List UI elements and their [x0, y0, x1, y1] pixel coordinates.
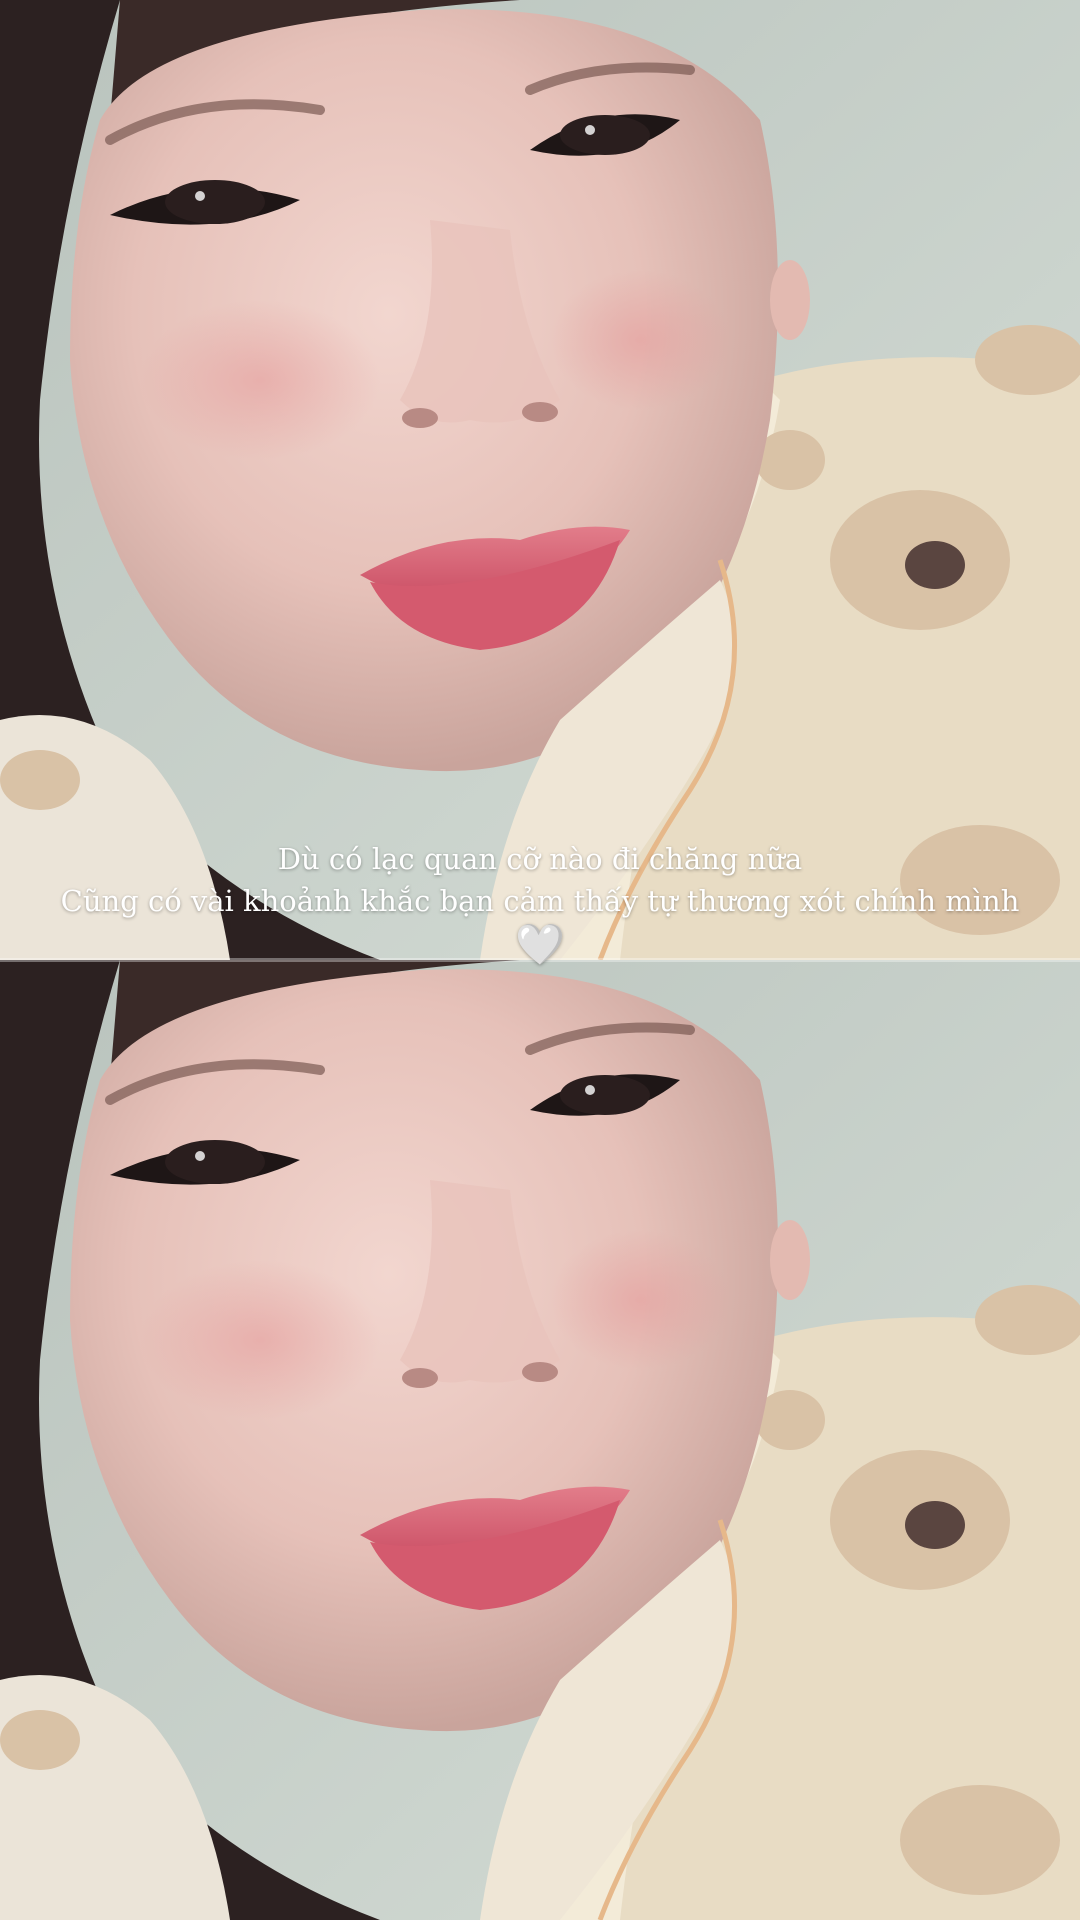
caption-line-1: Dù có lạc quan cỡ nào đi chăng nữa [277, 842, 803, 876]
selfie-photo-top [0, 0, 1080, 960]
caption-line-2: Cũng có vài khoảnh khắc bạn cảm thấy tự … [60, 884, 1020, 918]
story-canvas: Dù có lạc quan cỡ nào đi chăng nữa Cũng … [0, 0, 1080, 1920]
selfie-photo-bottom [0, 960, 1080, 1920]
white-heart-icon: 🤍 [515, 922, 565, 968]
selfie-illustration-bottom [0, 960, 1080, 1920]
story-caption: Dù có lạc quan cỡ nào đi chăng nữa Cũng … [0, 838, 1080, 968]
selfie-illustration-top [0, 0, 1080, 960]
